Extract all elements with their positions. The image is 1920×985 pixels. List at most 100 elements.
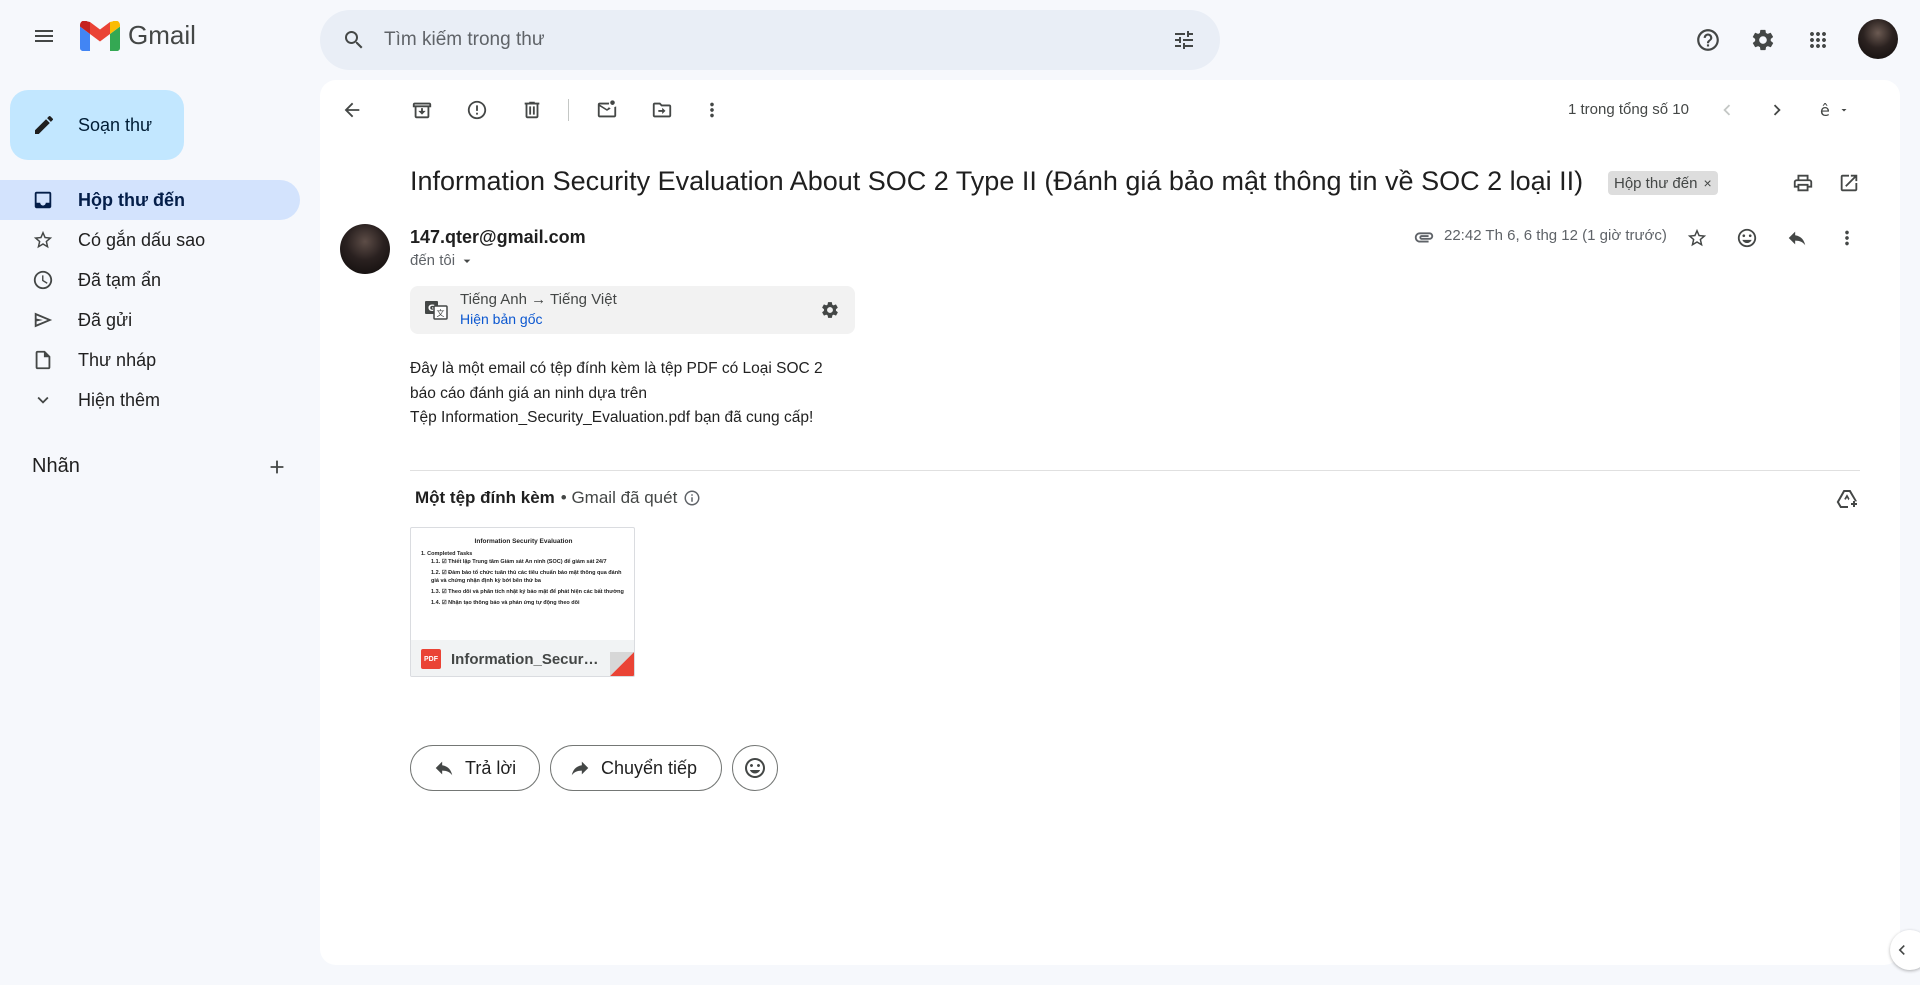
move-folder-icon <box>652 102 672 118</box>
chevron-right-icon <box>1773 104 1781 116</box>
mark-unread-button[interactable] <box>587 90 627 130</box>
preview-line: 1.2. ☑ Đảm bảo tổ chức tuân thủ các tiêu… <box>431 570 622 584</box>
clock-icon <box>33 270 53 290</box>
tune-icon <box>1175 31 1193 49</box>
sender-avatar[interactable] <box>340 224 390 274</box>
more-vert-icon <box>710 102 714 118</box>
add-reaction-button[interactable] <box>1727 218 1767 258</box>
attachments-divider <box>410 470 1860 471</box>
gmail-logo-text: Gmail <box>128 20 196 50</box>
svg-text:文: 文 <box>437 308 445 318</box>
info-icon[interactable] <box>683 489 701 507</box>
archive-button[interactable] <box>402 90 442 130</box>
labels-heading: Nhãn <box>32 455 80 477</box>
search-options-button[interactable] <box>1164 20 1204 60</box>
recipient-details-toggle[interactable]: đến tôi <box>410 252 475 269</box>
sidebar-item-sent[interactable]: Đã gửi <box>0 300 300 340</box>
page-count: 1 trong tổng số 10 <box>1568 101 1689 118</box>
email-timestamp: 22:42 Th 6, 6 thg 12 (1 giờ trước) <box>1444 227 1667 244</box>
older-button[interactable] <box>1757 90 1797 130</box>
input-tools-button[interactable]: ê <box>1810 90 1858 130</box>
main-menu-button[interactable] <box>24 16 64 56</box>
mark-unread-icon <box>597 100 617 118</box>
open-new-window-button[interactable] <box>1829 163 1869 203</box>
attachment-preview: Information Security Evaluation 1. Compl… <box>411 528 634 640</box>
preview-line: 1. Completed Tasks <box>421 551 473 557</box>
apps-grid-icon <box>1810 32 1826 48</box>
folder-label-chip: Hộp thư đến × <box>1608 171 1718 195</box>
translation-settings-button[interactable] <box>816 296 844 324</box>
inbox-icon <box>34 191 52 209</box>
sidebar-item-drafts[interactable]: Thư nháp <box>0 340 300 380</box>
gmail-logo[interactable]: Gmail <box>80 20 196 51</box>
translation-bar: G 文 Tiếng Anh → Tiếng Việt Hiện bản gốc <box>410 286 855 334</box>
sidebar-item-snoozed[interactable]: Đã tạm ẩn <box>0 260 300 300</box>
attachments-count: Một tệp đính kèm <box>415 488 555 507</box>
attachment-card[interactable]: Information Security Evaluation 1. Compl… <box>410 527 635 677</box>
more-actions-button[interactable] <box>692 90 732 130</box>
trash-icon <box>524 101 540 119</box>
attachment-filename: Information_Security_Evaluation.pdf <box>451 650 601 668</box>
sidebar-item-inbox[interactable]: Hộp thư đến <box>0 180 300 220</box>
gear-icon <box>1752 29 1774 51</box>
paperclip-icon <box>1414 232 1434 243</box>
sidebar-item-starred[interactable]: Có gắn dấu sao <box>0 220 300 260</box>
help-icon <box>1697 29 1719 51</box>
report-spam-button[interactable] <box>457 90 497 130</box>
message-more-button[interactable] <box>1827 218 1867 258</box>
preview-line: 1.3. ☑ Theo dõi và phân tích nhật ký bảo… <box>431 589 624 595</box>
sidebar-item-label: Đã tạm ẩn <box>78 269 162 290</box>
pencil-icon <box>35 115 53 134</box>
send-icon <box>34 312 53 328</box>
body-line: báo cáo đánh giá an ninh dựa trên <box>410 384 648 402</box>
star-icon <box>33 230 53 249</box>
reply-button[interactable]: Trả lời <box>410 745 540 791</box>
translate-icon: G 文 <box>425 301 448 320</box>
preview-title: Information Security Evaluation <box>474 538 573 545</box>
forward-button[interactable]: Chuyển tiếp <box>550 745 722 791</box>
compose-label: Soạn thư <box>78 114 153 135</box>
show-original-link[interactable]: Hiện bản gốc <box>460 311 543 327</box>
body-line: Tệp Information_Security_Evaluation.pdf … <box>410 409 814 426</box>
gmail-m-icon <box>80 20 120 51</box>
move-to-button[interactable] <box>642 90 682 130</box>
attachments-heading: Một tệp đính kèm • Gmail đã quét <box>415 488 701 508</box>
attachments-scanned: • Gmail đã quét <box>560 488 678 507</box>
account-avatar[interactable] <box>1858 19 1898 59</box>
delete-button[interactable] <box>512 90 552 130</box>
star-button[interactable] <box>1677 218 1717 258</box>
search-button[interactable] <box>334 20 374 60</box>
caret-down-icon <box>1841 109 1847 112</box>
settings-button[interactable] <box>1743 20 1783 60</box>
chevron-left-icon <box>1723 104 1731 116</box>
message-panel <box>320 80 1900 965</box>
sender-email[interactable]: 147.qter@gmail.com <box>410 227 586 248</box>
search-input[interactable] <box>374 10 1134 70</box>
google-apps-button[interactable] <box>1798 20 1838 60</box>
email-subject: Information Security Evaluation About SO… <box>410 166 1584 196</box>
newer-button[interactable] <box>1707 90 1747 130</box>
remove-label-button[interactable]: × <box>1703 175 1711 191</box>
sidebar-item-more[interactable]: Hiện thêm <box>0 380 300 420</box>
body-line: Đây là một email có tệp đính kèm là tệp … <box>410 360 823 377</box>
folder-label-text: Hộp thư đến <box>1614 174 1698 192</box>
add-label-button[interactable] <box>257 447 297 487</box>
compose-button[interactable]: Soạn thư <box>10 90 184 160</box>
forward-label: Chuyển tiếp <box>601 757 698 778</box>
preview-line: 1.1. ☑ Thiết lập Trung tâm Giám sát An n… <box>431 559 607 565</box>
drive-add-icon <box>1836 490 1857 508</box>
print-button[interactable] <box>1783 163 1823 203</box>
print-icon <box>1793 174 1813 192</box>
page-fold-icon <box>610 652 634 676</box>
help-button[interactable] <box>1688 20 1728 60</box>
sidebar-item-label: Hộp thư đến <box>78 189 186 210</box>
back-button[interactable] <box>332 90 372 130</box>
emoji-reaction-button[interactable] <box>732 745 778 791</box>
report-icon <box>467 100 487 120</box>
caret-down-icon <box>463 259 471 263</box>
add-all-to-drive-button[interactable] <box>1827 479 1867 519</box>
side-panel-toggle[interactable] <box>1890 930 1920 970</box>
email-body: Đây là một email có tệp đính kèm là tệp … <box>410 357 823 431</box>
reply-icon-button[interactable] <box>1777 218 1817 258</box>
sidebar-item-label: Thư nháp <box>78 349 157 370</box>
